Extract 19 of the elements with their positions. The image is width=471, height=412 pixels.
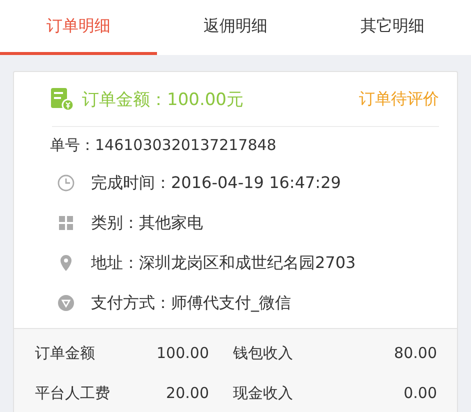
detail-text: 地址：深圳龙岗区和成世纪名园2703 (91, 252, 356, 274)
order-number: 单号：1461030320137217848 (50, 134, 278, 156)
order-status: 订单待评价 (359, 88, 439, 110)
detail-text: 类别：其他家电 (91, 212, 203, 234)
shield-icon (57, 294, 75, 312)
clock-icon (57, 174, 75, 192)
summary-label: 钱包收入 (233, 344, 294, 362)
detail-text: 支付方式：师傅代支付_微信 (91, 292, 291, 314)
summary-label: 现金收入 (233, 384, 294, 402)
summary-label: 平台人工费 (35, 384, 111, 402)
summary-value: 20.00 (165, 384, 209, 402)
summary-label: 订单金额 (35, 344, 96, 362)
order-amount: 订单金额：100.00元 (82, 88, 244, 110)
bill-icon (50, 87, 74, 111)
summary-value: 80.00 (394, 344, 437, 362)
detail-text: 完成时间：2016-04-19 16:47:29 (91, 172, 341, 194)
summary-value: 100.00 (156, 344, 209, 362)
summary-value: 0.00 (404, 384, 437, 402)
grid-icon (57, 214, 75, 232)
